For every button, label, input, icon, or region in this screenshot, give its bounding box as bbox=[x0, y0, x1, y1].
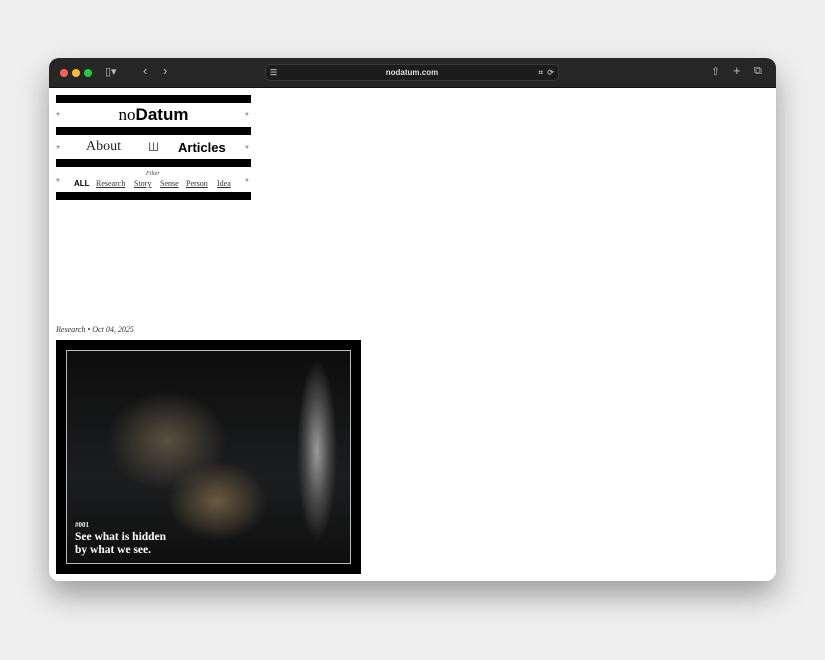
article-meta: Research • Oct 04, 2025 bbox=[56, 325, 134, 334]
minimize-button[interactable] bbox=[72, 69, 80, 77]
star: * bbox=[56, 144, 60, 155]
divider bbox=[56, 192, 251, 200]
nav-about-link[interactable]: About bbox=[86, 139, 121, 155]
address-bar[interactable]: ☰ nodatum.com ⟳ ⌗ bbox=[265, 64, 559, 81]
logo[interactable]: noDatum bbox=[56, 105, 251, 125]
divider bbox=[56, 127, 251, 135]
star: * bbox=[245, 111, 249, 122]
divider bbox=[56, 159, 251, 167]
filter-idea[interactable]: Idea bbox=[217, 179, 231, 188]
star: * bbox=[56, 177, 60, 188]
logo-mark-icon: Ш bbox=[148, 140, 159, 154]
filter-label: Filter bbox=[146, 171, 160, 177]
reload-icon[interactable]: ⟳ bbox=[547, 65, 554, 80]
filter-sense[interactable]: Sense bbox=[160, 179, 179, 188]
maximize-button[interactable] bbox=[84, 69, 92, 77]
sidebar-icon[interactable]: ▯▾ bbox=[105, 65, 117, 78]
share-icon[interactable]: ⇧ bbox=[711, 65, 720, 78]
star: * bbox=[245, 177, 249, 188]
url-text: nodatum.com bbox=[385, 68, 439, 77]
tabs-overview-icon[interactable]: ⧉ bbox=[754, 65, 762, 78]
close-button[interactable] bbox=[60, 69, 68, 77]
new-tab-icon[interactable]: + bbox=[733, 63, 741, 78]
nav-articles-link[interactable]: Articles bbox=[178, 140, 226, 155]
forward-icon[interactable]: › bbox=[163, 63, 167, 78]
filter-story[interactable]: Story bbox=[134, 179, 151, 188]
browser-window: ▯▾ ‹ › ☰ nodatum.com ⟳ ⌗ ⇧ + ⧉ * noDatum… bbox=[49, 58, 776, 581]
article-title: See what is hidden by what we see. bbox=[75, 531, 167, 556]
browser-toolbar: ▯▾ ‹ › ☰ nodatum.com ⟳ ⌗ ⇧ + ⧉ bbox=[49, 58, 776, 88]
article-number: #001 bbox=[75, 521, 89, 529]
article-image: #001 See what is hidden by what we see. bbox=[66, 350, 351, 564]
star: * bbox=[245, 144, 249, 155]
article-card[interactable]: #001 See what is hidden by what we see. bbox=[56, 340, 361, 574]
divider bbox=[56, 95, 251, 103]
translate-icon[interactable]: ⌗ bbox=[538, 65, 543, 80]
page-menu-icon[interactable]: ☰ bbox=[270, 65, 277, 80]
back-icon[interactable]: ‹ bbox=[143, 63, 147, 78]
filter-research[interactable]: Research bbox=[96, 179, 125, 188]
filter-all[interactable]: ALL bbox=[74, 179, 90, 188]
filter-person[interactable]: Person bbox=[186, 179, 208, 188]
